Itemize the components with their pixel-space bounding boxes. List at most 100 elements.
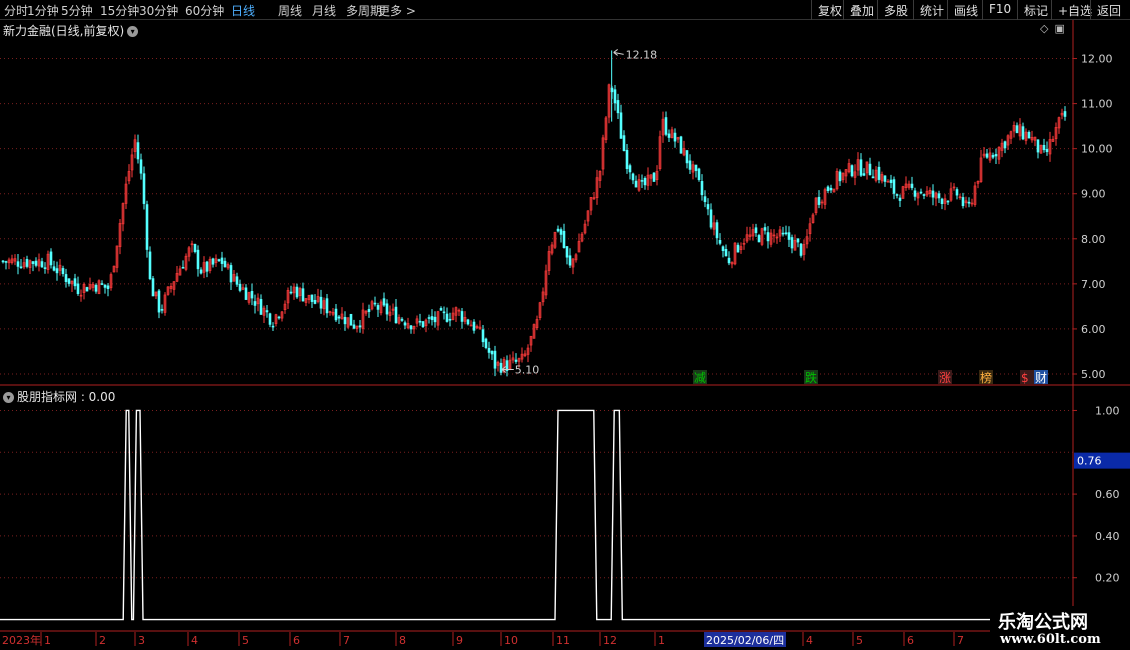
event-marker[interactable]: 减: [693, 370, 707, 385]
price-panel-title[interactable]: 新力金融(日线,前复权) ▾: [3, 22, 139, 39]
candle-body: [136, 142, 140, 160]
candle-body: [439, 308, 443, 311]
candle-body: [205, 261, 209, 272]
date-axis-label: 9: [456, 634, 463, 647]
candle-body: [667, 133, 671, 138]
candle-body: [736, 244, 740, 253]
candle-body: [103, 284, 107, 288]
candle-body: [946, 200, 950, 203]
candle-body: [349, 313, 353, 326]
chevron-down-icon[interactable]: ▾: [127, 26, 139, 37]
candle-body: [142, 173, 146, 204]
candle-body: [337, 316, 341, 319]
candle-body: [157, 290, 161, 313]
candle-body: [217, 259, 221, 262]
candle-body: [427, 317, 431, 319]
candle-body: [673, 132, 677, 142]
candle-body: [643, 177, 647, 186]
candle-body: [859, 159, 863, 176]
candle-body: [1003, 141, 1007, 149]
candle-body: [106, 285, 110, 290]
candle-body: [373, 302, 377, 305]
candle-body: [73, 278, 77, 287]
event-marker[interactable]: 涨: [938, 370, 952, 385]
candle-body: [961, 197, 965, 207]
event-marker[interactable]: 榜: [979, 370, 993, 385]
candle-body: [223, 260, 227, 268]
candle-body: [421, 321, 425, 328]
date-axis-label: 12: [603, 634, 617, 647]
candle-body: [565, 246, 569, 258]
candle-body: [394, 306, 398, 324]
candle-body: [19, 266, 23, 269]
candle-body: [706, 204, 710, 210]
indicator-panel-title[interactable]: ▾ 股朋指标网 : 0.00: [3, 388, 115, 405]
indicator-signal-line: [0, 409, 993, 621]
date-axis-label: 4: [191, 634, 198, 647]
candle-body: [877, 166, 881, 180]
candle-body: [688, 160, 692, 170]
stock-title-label: 新力金融(日线,前复权): [3, 24, 125, 38]
candle-body: [100, 283, 104, 285]
indicator-tick-label: 0.60: [1095, 488, 1120, 501]
event-marker-label: 减: [694, 371, 706, 385]
candle-body: [181, 267, 185, 269]
candle-body: [694, 164, 698, 171]
date-axis-label: 7: [343, 634, 350, 647]
candle-body: [613, 89, 617, 104]
kline-chart: 5.006.007.008.009.0010.0011.0012.0012.18…: [0, 20, 1130, 647]
candle-body: [616, 100, 620, 114]
chevron-down-icon[interactable]: ▾: [3, 392, 14, 403]
candle-body: [1, 260, 5, 263]
indicator-title-label: 股朋指标网 : 0.00: [17, 390, 116, 404]
candle-body: [862, 173, 866, 176]
candle-body: [871, 176, 875, 179]
candle-body: [889, 179, 893, 183]
candle-body: [727, 257, 731, 264]
date-axis-label: 11: [556, 634, 570, 647]
candle-body: [199, 269, 203, 274]
candle-body: [664, 117, 668, 135]
candle-body: [940, 198, 944, 204]
candle-body: [49, 251, 53, 266]
candle-body: [211, 258, 215, 265]
candle-body: [619, 112, 623, 139]
candle-body: [259, 299, 263, 315]
candle-body: [628, 165, 632, 173]
candle-body: [697, 168, 701, 181]
candle-body: [445, 313, 449, 322]
candle-body: [148, 251, 152, 280]
event-marker[interactable]: 财: [1034, 370, 1048, 385]
candle-body: [55, 268, 59, 274]
candle-body: [253, 301, 257, 306]
candle-body: [724, 249, 728, 257]
indicator-tick-label: 0.40: [1095, 530, 1120, 543]
candle-body: [850, 165, 854, 177]
event-marker[interactable]: $: [1020, 370, 1034, 385]
date-axis-label: 5: [856, 634, 863, 647]
candle-body: [418, 320, 422, 323]
event-marker[interactable]: 跌: [804, 370, 818, 385]
candle-body: [367, 309, 371, 312]
low-price-label: 5.10: [515, 363, 540, 376]
panel-toggle-icon[interactable]: ▣: [1054, 22, 1064, 35]
candle-body: [25, 259, 29, 267]
candle-body: [721, 246, 725, 252]
candle-body: [799, 243, 803, 256]
candle-body: [985, 153, 989, 158]
candle-body: [442, 311, 446, 314]
candle-body: [235, 276, 239, 285]
diamond-icon[interactable]: ◇: [1040, 22, 1048, 35]
price-tick-label: 9.00: [1081, 188, 1106, 201]
date-axis-label: 4: [806, 634, 813, 647]
panel-header-icons: ◇ ▣: [1040, 22, 1065, 35]
candle-body: [784, 232, 788, 235]
indicator-tick-label: 0.20: [1095, 572, 1120, 585]
price-tick-label: 10.00: [1081, 143, 1113, 156]
candle-body: [64, 274, 68, 282]
candle-body: [1063, 111, 1067, 117]
candle-body: [1021, 126, 1025, 140]
watermark-url: www.60lt.com: [1000, 632, 1101, 647]
candle-body: [913, 190, 917, 197]
date-axis-label: 2023年: [2, 633, 41, 647]
